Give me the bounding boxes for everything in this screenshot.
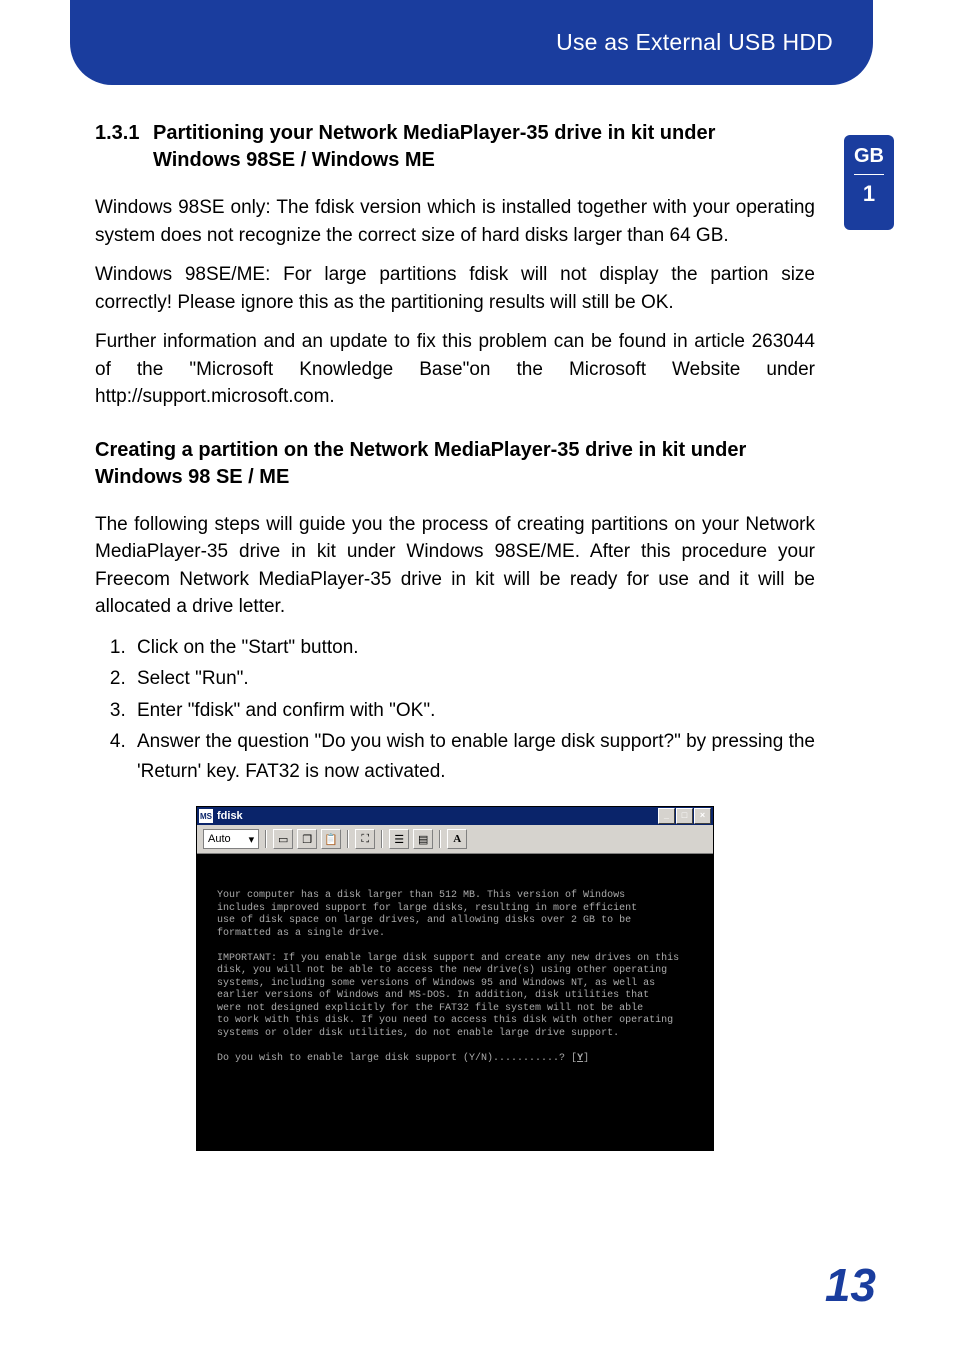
- fdisk-titlebar: MS fdisk _ □ ×: [197, 807, 713, 825]
- list-item: Click on the "Start" button.: [131, 633, 815, 662]
- paragraph: Windows 98SE/ME: For large partitions fd…: [95, 261, 815, 316]
- terminal-prompt-post: ]: [583, 1053, 589, 1064]
- list-item: Answer the question "Do you wish to enab…: [131, 727, 815, 786]
- paragraph: Further information and an update to fix…: [95, 328, 815, 411]
- toolbar-button[interactable]: ▭: [273, 829, 293, 849]
- document-page: Use as External USB HDD GB 1 1.3.1Partit…: [0, 0, 954, 1352]
- section-heading: 1.3.1Partitioning your Network MediaPlay…: [95, 120, 815, 174]
- paragraph: Windows 98SE only: The fdisk version whi…: [95, 194, 815, 249]
- side-tab: GB 1: [844, 135, 894, 230]
- page-number: 13: [825, 1258, 876, 1312]
- fdisk-terminal: Your computer has a disk larger than 512…: [197, 854, 713, 1150]
- list-item: Select "Run".: [131, 664, 815, 693]
- font-size-select-value: Auto: [208, 833, 231, 845]
- terminal-prompt-pre: Do you wish to enable large disk support…: [217, 1053, 577, 1064]
- steps-list: Click on the "Start" button. Select "Run…: [95, 633, 815, 786]
- fdisk-title: fdisk: [217, 810, 658, 822]
- maximize-button[interactable]: □: [676, 808, 693, 824]
- toolbar-separator: [265, 830, 267, 848]
- side-tab-chapter: 1: [844, 181, 894, 207]
- page-header: Use as External USB HDD: [70, 0, 873, 85]
- content-area: 1.3.1Partitioning your Network MediaPlay…: [95, 120, 815, 1151]
- terminal-text: IMPORTANT: If you enable large disk supp…: [217, 953, 679, 1039]
- toolbar-separator: [381, 830, 383, 848]
- font-button[interactable]: A: [447, 829, 467, 849]
- terminal-text: Your computer has a disk larger than 512…: [217, 890, 637, 939]
- properties-button[interactable]: ☰: [389, 829, 409, 849]
- fdisk-window: MS fdisk _ □ × Auto ▭ ❐ 📋 ⛶ ☰ ▤: [196, 806, 714, 1151]
- fullscreen-button[interactable]: ⛶: [355, 829, 375, 849]
- window-buttons: _ □ ×: [658, 808, 711, 824]
- minimize-button[interactable]: _: [658, 808, 675, 824]
- msdos-icon: MS: [199, 809, 213, 823]
- side-tab-lang: GB: [844, 145, 894, 168]
- list-item: Enter "fdisk" and confirm with "OK".: [131, 696, 815, 725]
- font-size-select[interactable]: Auto: [203, 829, 259, 849]
- section-title: Partitioning your Network MediaPlayer-35…: [153, 120, 803, 174]
- close-button[interactable]: ×: [694, 808, 711, 824]
- section-number: 1.3.1: [95, 120, 153, 147]
- fdisk-toolbar: Auto ▭ ❐ 📋 ⛶ ☰ ▤ A: [197, 825, 713, 854]
- side-tab-divider: [854, 174, 884, 175]
- page-header-title: Use as External USB HDD: [556, 29, 833, 56]
- toolbar-separator: [439, 830, 441, 848]
- copy-button[interactable]: ❐: [297, 829, 317, 849]
- paste-button[interactable]: 📋: [321, 829, 341, 849]
- intro-paragraph: The following steps will guide you the p…: [95, 511, 815, 621]
- background-button[interactable]: ▤: [413, 829, 433, 849]
- sub-heading: Creating a partition on the Network Medi…: [95, 437, 815, 491]
- toolbar-separator: [347, 830, 349, 848]
